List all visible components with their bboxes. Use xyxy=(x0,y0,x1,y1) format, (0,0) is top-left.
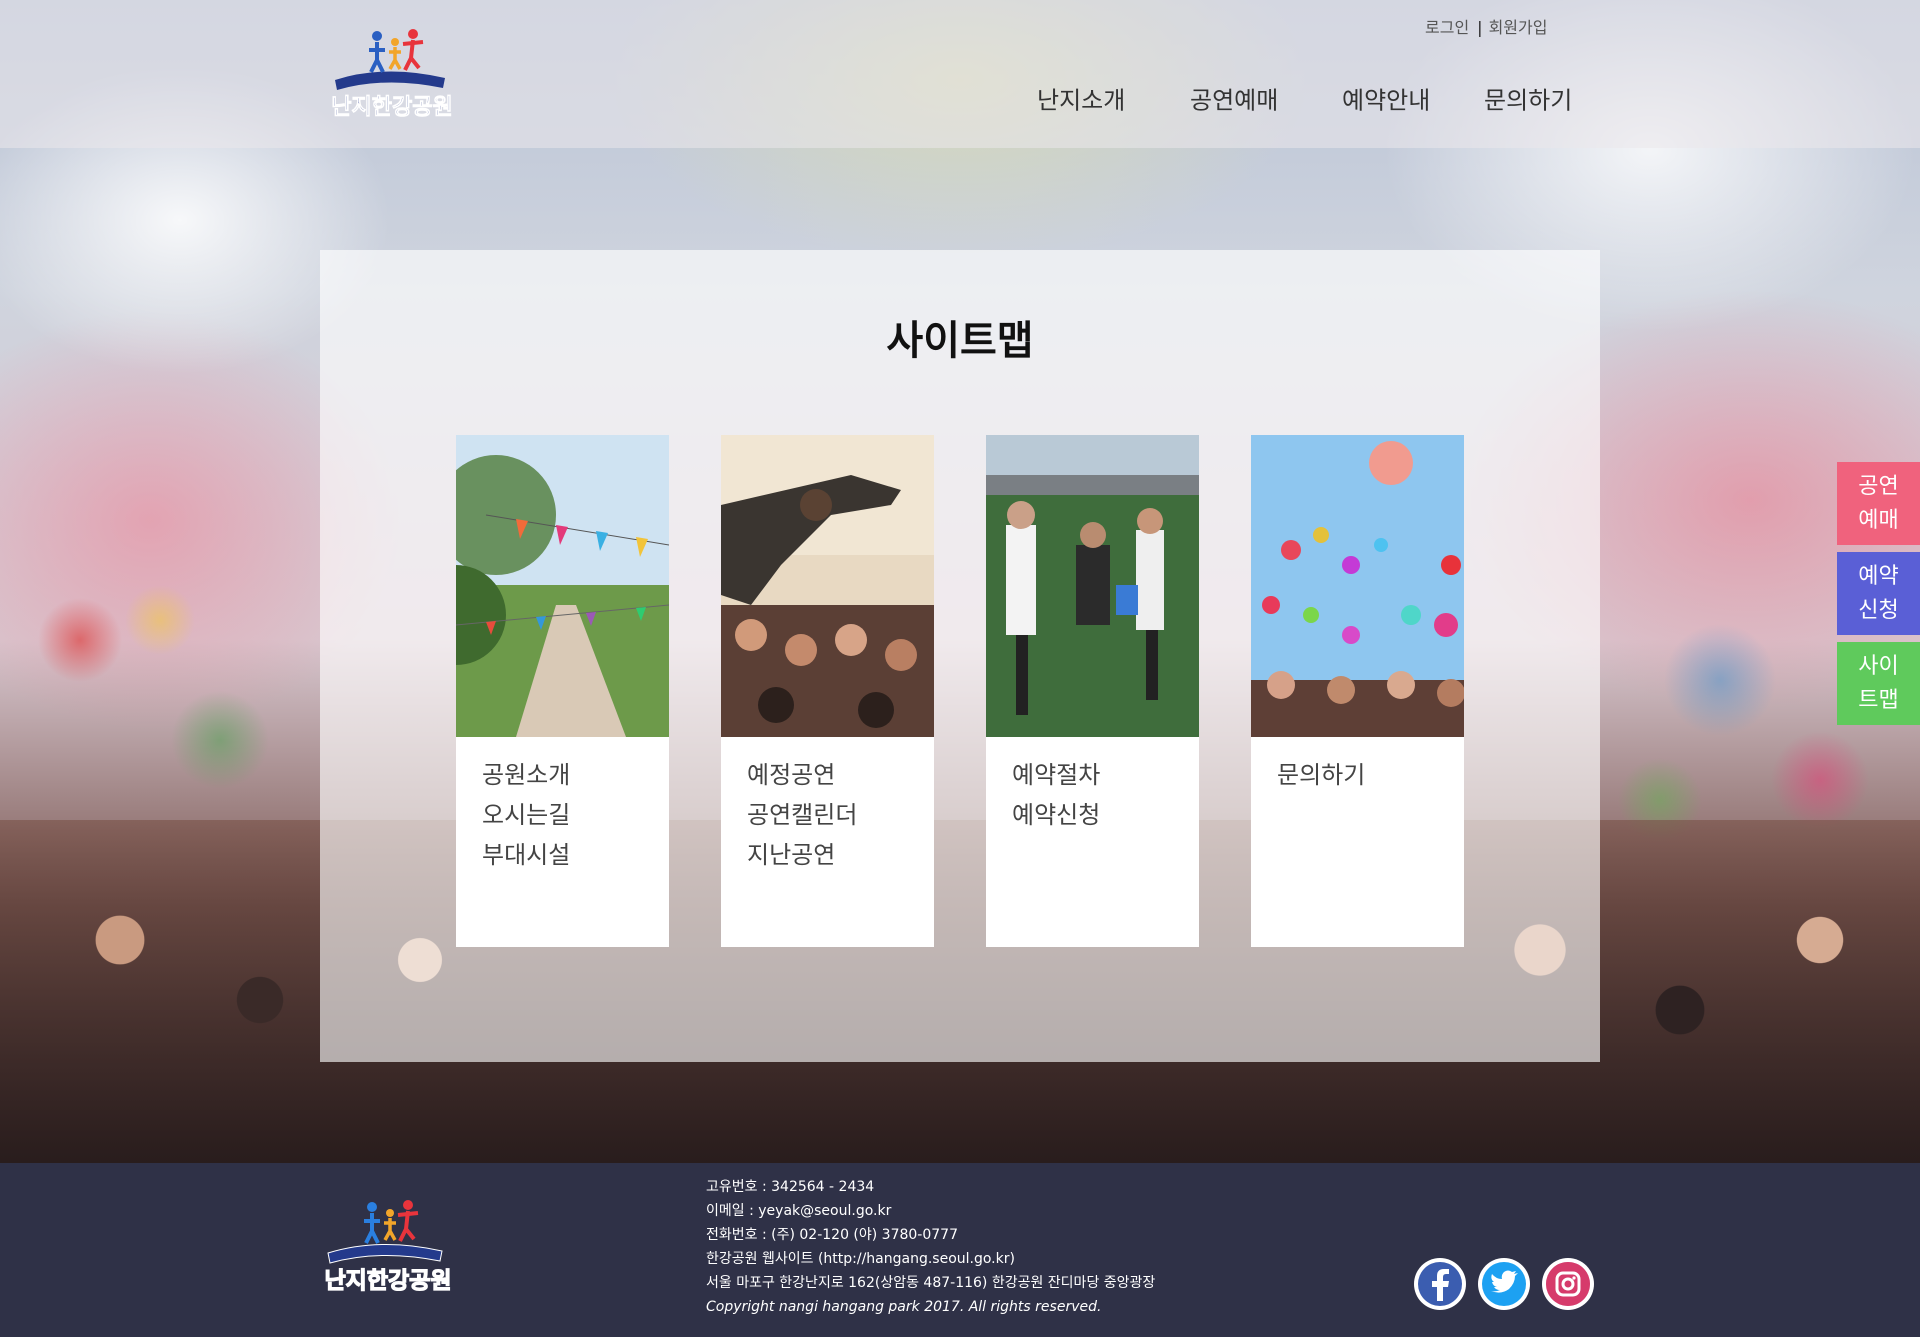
side-button-sitemap[interactable]: 사이트맵 xyxy=(1837,642,1920,725)
svg-text:난지한강공원: 난지한강공원 xyxy=(331,95,452,120)
side-button-line: 예매 xyxy=(1858,507,1899,533)
footer-phone: 전화번호 : (주) 02-120 (야) 3780-0777 xyxy=(706,1227,958,1243)
signup-link[interactable]: 회원가입 xyxy=(1489,14,1548,38)
link-upcoming[interactable]: 예정공연 xyxy=(747,755,934,795)
footer-logo[interactable]: 난지한강공원 xyxy=(318,1191,458,1297)
link-apply[interactable]: 예약신청 xyxy=(1012,795,1199,835)
link-calendar[interactable]: 공연캘린더 xyxy=(747,795,934,835)
sitemap-card-inquiry: 문의하기 xyxy=(1251,435,1464,947)
link-procedure[interactable]: 예약절차 xyxy=(1012,755,1199,795)
balloons-photo[interactable] xyxy=(1251,435,1464,737)
nav-item-reservation[interactable]: 예약안내 xyxy=(1342,81,1430,116)
login-link[interactable]: 로그인 xyxy=(1425,14,1469,38)
site-header: 난지한강공원 로그인 | 회원가입 난지소개 공연예매 예약안내 문의하기 xyxy=(0,0,1920,148)
side-button-line: 신청 xyxy=(1858,597,1899,623)
link-facilities[interactable]: 부대시설 xyxy=(482,835,669,875)
footer-email: 이메일 : yeyak@seoul.go.kr xyxy=(706,1203,892,1219)
link-directions[interactable]: 오시는길 xyxy=(482,795,669,835)
card-links: 문의하기 xyxy=(1251,737,1464,795)
sitemap-panel: 사이트맵 공원소개 오시는길 부대시설 예정공연 공연캘린더 지난공연 예약절차… xyxy=(320,250,1600,1062)
park-flags-photo[interactable] xyxy=(456,435,669,737)
card-links: 예정공연 공연캘린더 지난공연 xyxy=(721,737,934,875)
side-button-reservation[interactable]: 예약신청 xyxy=(1837,552,1920,635)
sitemap-card-reservation: 예약절차 예약신청 xyxy=(986,435,1199,947)
page-title: 사이트맵 xyxy=(886,318,1034,364)
nav-item-intro[interactable]: 난지소개 xyxy=(1037,81,1125,116)
svg-text:난지한강공원: 난지한강공원 xyxy=(325,1268,452,1294)
site-footer: 난지한강공원 고유번호 : 342564 - 2434 이메일 : yeyak@… xyxy=(0,1163,1920,1337)
account-links: 로그인 | 회원가입 xyxy=(1425,14,1547,38)
footer-address: 서울 마포구 한강난지로 162(상암동 487-116) 한강공원 잔디마당 … xyxy=(706,1275,1156,1291)
side-button-tickets[interactable]: 공연예매 xyxy=(1837,462,1920,545)
instagram-icon[interactable] xyxy=(1541,1257,1595,1311)
link-past[interactable]: 지난공연 xyxy=(747,835,934,875)
footer-business-number: 고유번호 : 342564 - 2434 xyxy=(706,1179,875,1195)
link-inquiry[interactable]: 문의하기 xyxy=(1277,755,1464,795)
confetti-left xyxy=(0,560,340,860)
link-park-intro[interactable]: 공원소개 xyxy=(482,755,669,795)
footer-website: 한강공원 웹사이트 (http://hangang.seoul.go.kr) xyxy=(706,1251,1015,1267)
concert-crowd-photo[interactable] xyxy=(721,435,934,737)
link-separator: | xyxy=(1477,18,1483,37)
sitemap-card-performances: 예정공연 공연캘린더 지난공연 xyxy=(721,435,934,947)
side-button-line: 공연 xyxy=(1858,473,1899,499)
water-fight-photo[interactable] xyxy=(986,435,1199,737)
facebook-icon[interactable] xyxy=(1413,1257,1467,1311)
card-links: 예약절차 예약신청 xyxy=(986,737,1199,835)
side-button-line: 사이 xyxy=(1858,653,1899,679)
nav-item-inquiry[interactable]: 문의하기 xyxy=(1484,81,1572,116)
card-links: 공원소개 오시는길 부대시설 xyxy=(456,737,669,875)
footer-copyright: Copyright nangi hangang park 2017. All r… xyxy=(706,1299,1102,1315)
twitter-icon[interactable] xyxy=(1477,1257,1531,1311)
sitemap-card-park: 공원소개 오시는길 부대시설 xyxy=(456,435,669,947)
side-button-line: 트맵 xyxy=(1858,687,1899,713)
site-logo[interactable]: 난지한강공원 xyxy=(325,22,460,122)
nav-item-tickets[interactable]: 공연예매 xyxy=(1190,81,1278,116)
footer-info: 고유번호 : 342564 - 2434 이메일 : yeyak@seoul.g… xyxy=(706,1175,1155,1319)
side-button-line: 예약 xyxy=(1858,563,1899,589)
